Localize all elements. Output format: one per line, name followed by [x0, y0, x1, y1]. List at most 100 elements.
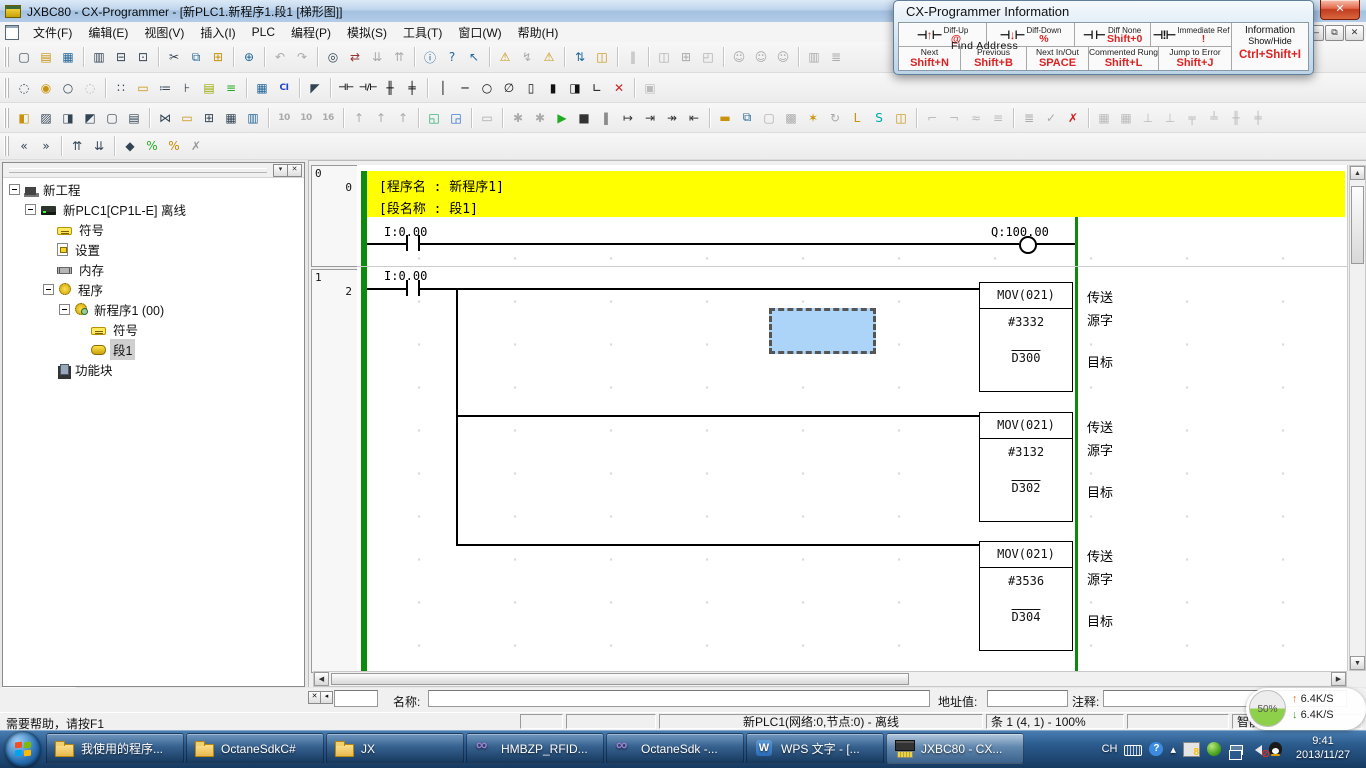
- panel-grip[interactable]: [9, 168, 267, 173]
- horizontal-scrollbar[interactable]: ◀ ▶: [313, 671, 1347, 687]
- io-table-list-button[interactable]: ≣: [825, 46, 847, 68]
- find-next-address-button[interactable]: ⇊: [366, 46, 388, 68]
- expander-icon[interactable]: [25, 204, 36, 215]
- compare-with-plc-button[interactable]: ◫: [591, 46, 613, 68]
- zoom-region-button[interactable]: ◉: [35, 77, 57, 99]
- online-edit-bulb-button[interactable]: ✶: [802, 107, 824, 129]
- coil-closed-button[interactable]: ∅: [498, 77, 520, 99]
- window-find-button[interactable]: ◨: [57, 107, 79, 129]
- replace-button[interactable]: ⇄: [344, 46, 366, 68]
- input-pad-icon[interactable]: [1183, 742, 1200, 757]
- paste-button[interactable]: ⊞: [207, 46, 229, 68]
- menu-item-5[interactable]: 编程(P): [283, 22, 339, 43]
- work-online-button[interactable]: ◱: [423, 107, 445, 129]
- antivirus-icon[interactable]: [1207, 742, 1221, 756]
- pause-simulation-button[interactable]: ‖: [595, 107, 617, 129]
- vertical-scroll-thumb[interactable]: [1351, 186, 1364, 264]
- percent-green-button[interactable]: %: [141, 135, 163, 157]
- ci-edit-button[interactable]: CI: [273, 77, 295, 99]
- taskbar-button-wps-writer[interactable]: WPS 文字 - [...: [746, 733, 884, 764]
- run-simulation-button[interactable]: ▶: [551, 107, 573, 129]
- mnemonic-view-button[interactable]: ▨: [35, 107, 57, 129]
- stop-simulation-button[interactable]: ■: [573, 107, 595, 129]
- watch-window-button[interactable]: ▦: [220, 107, 242, 129]
- print-preview-button[interactable]: ⊡: [132, 46, 154, 68]
- tray-expand-icon[interactable]: ▴: [1170, 743, 1176, 756]
- about-info-button[interactable]: ⓘ: [419, 46, 441, 68]
- find-bit-address-button[interactable]: ⇈: [388, 46, 410, 68]
- tree-item-section1[interactable]: 段1: [3, 339, 304, 359]
- edit-local-button[interactable]: L: [846, 107, 868, 129]
- instruction-block-mov-0[interactable]: MOV(021)#3332D300: [979, 282, 1073, 392]
- edit-fb-button[interactable]: ◫: [890, 107, 912, 129]
- network-bus-4-button[interactable]: ╪: [1247, 107, 1269, 129]
- zoom-out-button[interactable]: ○: [57, 77, 79, 99]
- network-icon[interactable]: [1230, 745, 1243, 755]
- move-rung-down-button[interactable]: ⇊: [88, 135, 110, 157]
- cross-reference-button[interactable]: ⋈: [154, 107, 176, 129]
- diff-monitor-4-button[interactable]: ≡: [987, 107, 1009, 129]
- delete-line-button[interactable]: ✕: [608, 77, 630, 99]
- ime-language[interactable]: CH: [1102, 743, 1118, 755]
- find-button[interactable]: ◎: [322, 46, 344, 68]
- transfer-to-plc-button[interactable]: ⇅: [569, 46, 591, 68]
- rung-comment-banner[interactable]: [程序名 : 新程序1] [段名称 : 段1]: [367, 171, 1345, 217]
- data-trace-window-button[interactable]: ◫: [653, 46, 675, 68]
- force-on-button[interactable]: ✱: [507, 107, 529, 129]
- close-button[interactable]: ✕: [1320, 0, 1360, 20]
- monitor-up-2-button[interactable]: ↑: [370, 107, 392, 129]
- taskbar-button-folder-my-programs[interactable]: 我使用的程序...: [46, 733, 184, 764]
- context-help-button[interactable]: ↖: [463, 46, 485, 68]
- expander-icon[interactable]: [43, 284, 54, 295]
- window-symbols-button[interactable]: ◩: [79, 107, 101, 129]
- user-link-c-button[interactable]: ☺: [772, 46, 794, 68]
- address-field[interactable]: [987, 690, 1068, 707]
- qq-icon[interactable]: [1269, 742, 1282, 756]
- instruction-block-mov-2[interactable]: MOV(021)#3536D304: [979, 541, 1073, 651]
- save-button[interactable]: ▦: [57, 46, 79, 68]
- panel-close-button[interactable]: ✕: [287, 164, 302, 177]
- open-file-button[interactable]: ▤: [35, 46, 57, 68]
- contact[interactable]: [406, 280, 408, 296]
- tree-item-programs[interactable]: 程序: [3, 279, 304, 299]
- redo-button[interactable]: ↷: [291, 46, 313, 68]
- pause-monitoring-button[interactable]: ‖: [622, 46, 644, 68]
- menu-item-3[interactable]: 插入(I): [192, 22, 243, 43]
- cx-information-popup[interactable]: CX-Programmer Information ⊣↑⊢Diff-Up@⊣↓⊢…: [893, 0, 1314, 75]
- contact[interactable]: [406, 235, 408, 251]
- monitor-window-button[interactable]: ▢: [758, 107, 780, 129]
- output-window-button[interactable]: ⊞: [198, 107, 220, 129]
- network-node-2-button[interactable]: ⊥: [1159, 107, 1181, 129]
- menu-item-7[interactable]: 工具(T): [395, 22, 450, 43]
- network-bus-3-button[interactable]: ╫: [1225, 107, 1247, 129]
- taskbar-button-cx-programmer[interactable]: JXBC80 - CX...: [886, 733, 1024, 764]
- volume-muted-icon[interactable]: [1250, 745, 1262, 755]
- cut-button[interactable]: ✂: [163, 46, 185, 68]
- scan-to-end-button[interactable]: ⇤: [683, 107, 705, 129]
- scroll-down-button[interactable]: ▼: [1350, 656, 1365, 670]
- expander-icon[interactable]: [59, 304, 70, 315]
- tree-outline-button[interactable]: ≡: [220, 77, 242, 99]
- diff-monitor-2-button[interactable]: ¬: [943, 107, 965, 129]
- output-coil[interactable]: [1019, 236, 1037, 254]
- ladder-canvas[interactable]: [程序名 : 新程序1] [段名称 : 段1] I:0.00 Q:100.00 …: [357, 165, 1348, 671]
- infobar-prev-button[interactable]: ◂: [320, 691, 333, 704]
- taskbar-button-folder-jx[interactable]: JX: [326, 733, 464, 764]
- monitor-up-3-button[interactable]: ↑: [392, 107, 414, 129]
- taskbar-button-vs-octanesdk[interactable]: OctaneSdk -...: [606, 733, 744, 764]
- continuous-step-button[interactable]: ↠: [661, 107, 683, 129]
- symbol-mini-field[interactable]: [334, 690, 378, 707]
- paste-rung-button[interactable]: ⊕: [238, 46, 260, 68]
- network-block-2-button[interactable]: ▦: [1115, 107, 1137, 129]
- vertical-line-button[interactable]: │: [432, 77, 454, 99]
- outdent-button[interactable]: «: [13, 135, 35, 157]
- tree-item-function-blocks[interactable]: 功能块: [3, 359, 304, 379]
- help-tray-icon[interactable]: ?: [1149, 742, 1163, 756]
- contact-or-nc-button[interactable]: ╪: [401, 77, 423, 99]
- instruction-box-button[interactable]: ▯: [520, 77, 542, 99]
- monitor-up-1-button[interactable]: ↑: [348, 107, 370, 129]
- horizontal-scroll-thumb[interactable]: [331, 673, 909, 685]
- check-list-button[interactable]: ≣: [1018, 107, 1040, 129]
- taskbar-button-folder-octanesdkcs[interactable]: OctaneSdkC#: [186, 733, 324, 764]
- taskbar-clock[interactable]: 9:41 2013/11/27: [1286, 734, 1360, 762]
